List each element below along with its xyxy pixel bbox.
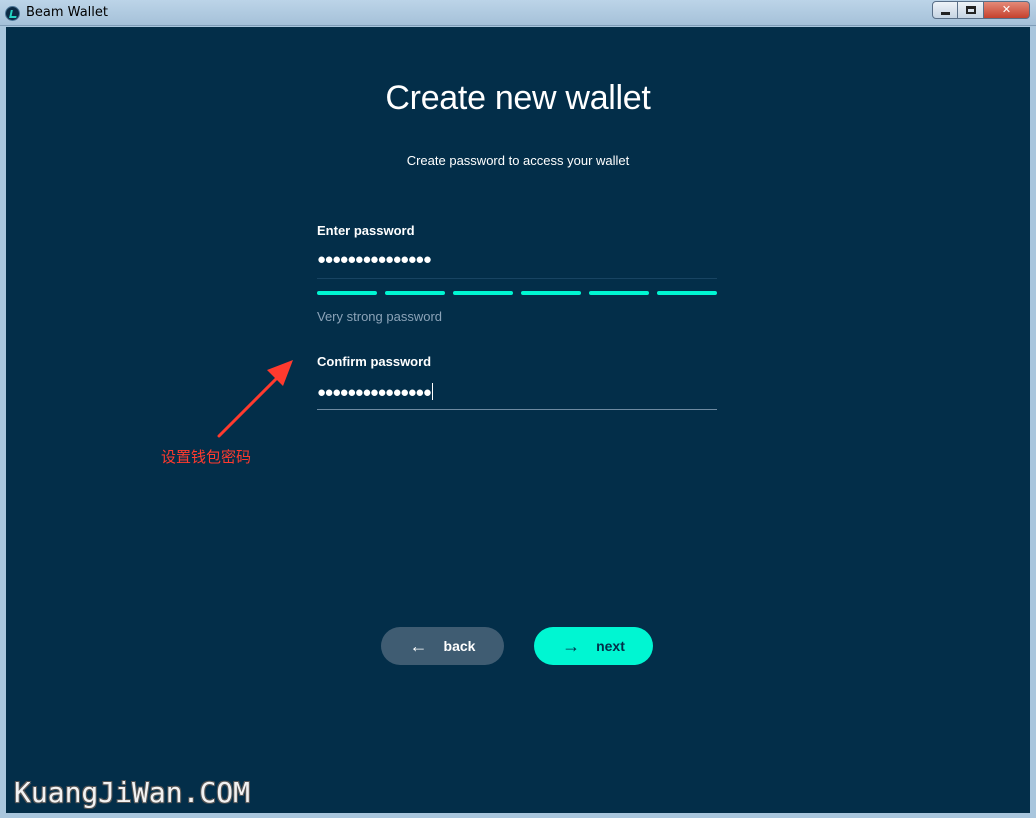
- minimize-icon: [940, 11, 950, 15]
- maximize-icon: [965, 6, 976, 14]
- strength-segment: [589, 291, 649, 295]
- beam-logo-icon: [5, 6, 20, 21]
- window-controls: ✕: [932, 1, 1030, 19]
- enter-password-label: Enter password: [317, 223, 415, 238]
- wallet-content: Create new wallet Create password to acc…: [6, 27, 1030, 813]
- confirm-password-group: Confirm password ●●●●●●●●●●●●●●●: [317, 354, 717, 410]
- close-icon: ✕: [1001, 3, 1012, 16]
- confirm-password-label: Confirm password: [317, 354, 432, 369]
- strength-segment: [657, 291, 717, 295]
- page-subtitle: Create password to access your wallet: [406, 153, 630, 168]
- password-form: Enter password ●●●●●●●●●●●●●●● Very stro…: [317, 223, 717, 410]
- strength-segment: [521, 291, 581, 295]
- window-titlebar[interactable]: Beam Wallet ✕: [0, 0, 1036, 26]
- watermark: KuangJiWan.COM: [14, 776, 251, 809]
- close-button[interactable]: ✕: [984, 1, 1030, 19]
- password-strength-text: Very strong password: [317, 309, 443, 324]
- back-button[interactable]: ← back: [381, 627, 504, 665]
- password-strength-meter: [317, 291, 717, 295]
- text-caret: [432, 383, 434, 400]
- next-button-label: next: [596, 638, 625, 654]
- page-title: Create new wallet: [385, 79, 651, 117]
- arrow-left-icon: ←: [409, 636, 428, 656]
- enter-password-field[interactable]: ●●●●●●●●●●●●●●●: [317, 252, 717, 279]
- annotation-label: 设置钱包密码: [161, 448, 252, 466]
- window-title: Beam Wallet: [26, 5, 108, 20]
- maximize-button[interactable]: [958, 1, 984, 19]
- strength-segment: [453, 291, 513, 295]
- confirm-password-value: ●●●●●●●●●●●●●●●: [317, 384, 432, 401]
- strength-segment: [385, 291, 445, 295]
- back-button-label: back: [443, 638, 476, 654]
- minimize-button[interactable]: [932, 1, 958, 19]
- confirm-password-field[interactable]: ●●●●●●●●●●●●●●●: [317, 383, 717, 410]
- arrow-right-icon: →: [562, 636, 581, 656]
- strength-segment: [317, 291, 377, 295]
- annotation-arrow-icon: [217, 360, 293, 438]
- next-button[interactable]: → next: [534, 627, 653, 665]
